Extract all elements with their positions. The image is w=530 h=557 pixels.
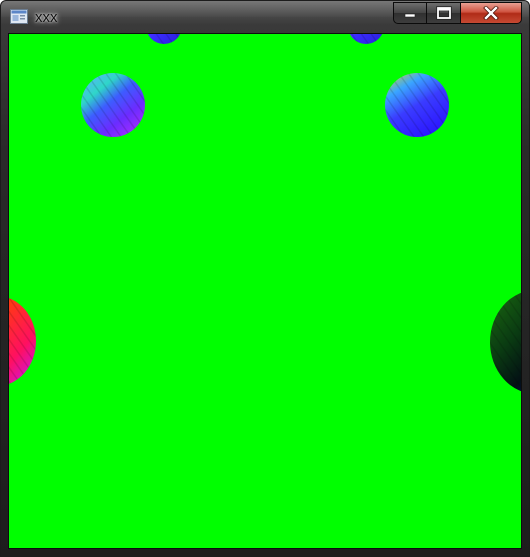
window-controls: [393, 2, 522, 24]
window-app-icon[interactable]: [10, 9, 28, 24]
sphere-left-edge: [9, 298, 36, 384]
maximize-button[interactable]: [427, 2, 461, 24]
scene-svg: [9, 34, 521, 392]
sphere-right-edge: [490, 292, 521, 392]
minimize-icon: [404, 13, 416, 18]
minimize-button[interactable]: [393, 2, 427, 24]
close-icon: [483, 6, 499, 20]
sphere-upper-left: [81, 73, 145, 137]
title-bar[interactable]: xxx: [1, 1, 529, 33]
sphere-top-left-partial: [147, 34, 181, 44]
close-button[interactable]: [461, 2, 522, 24]
sphere-top-right-partial: [349, 34, 383, 44]
maximize-icon: [435, 6, 452, 20]
render-canvas[interactable]: [8, 33, 522, 549]
window-title: xxx: [35, 9, 58, 26]
sphere-upper-right: [385, 73, 449, 137]
app-window: xxx: [0, 0, 530, 557]
